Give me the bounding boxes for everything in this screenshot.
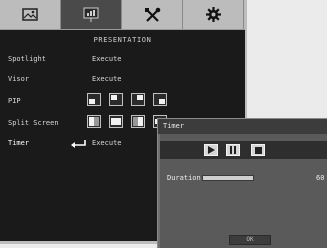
pip-top-right-icon[interactable] bbox=[131, 93, 145, 106]
screen: PRESENTATION Spotlight Execute Visor Exe… bbox=[0, 0, 327, 248]
stop-button[interactable] bbox=[251, 144, 265, 156]
gear-icon bbox=[205, 7, 221, 22]
pip-top-left-icon[interactable] bbox=[109, 93, 123, 106]
dialog-title: Timer bbox=[158, 119, 327, 134]
presentation-icon bbox=[83, 7, 99, 22]
tools-icon bbox=[144, 7, 160, 22]
pip-bottom-left-icon[interactable] bbox=[87, 93, 101, 106]
stop-icon bbox=[254, 146, 262, 154]
split-right-icon[interactable] bbox=[131, 115, 145, 128]
duration-label: Duration bbox=[167, 174, 201, 182]
row-label: PIP bbox=[8, 97, 21, 105]
row-label: Visor bbox=[8, 75, 30, 83]
menu-tab-bar bbox=[0, 0, 245, 30]
duration-slider-fill bbox=[203, 176, 253, 180]
enter-icon bbox=[71, 140, 86, 148]
duration-slider[interactable] bbox=[202, 175, 254, 181]
tab-presentation[interactable] bbox=[61, 0, 122, 29]
tab-tools[interactable] bbox=[122, 0, 183, 29]
section-title: PRESENTATION bbox=[93, 36, 152, 44]
tab-picture[interactable] bbox=[0, 0, 61, 29]
pause-button[interactable] bbox=[226, 144, 240, 156]
execute-button[interactable]: Execute bbox=[92, 137, 122, 150]
execute-button[interactable]: Execute bbox=[92, 73, 122, 86]
menu-row-pip[interactable]: PIP bbox=[8, 93, 240, 108]
split-layout-options bbox=[87, 115, 167, 128]
tab-settings[interactable] bbox=[183, 0, 244, 29]
execute-button[interactable]: Execute bbox=[92, 53, 122, 66]
menu-row-visor[interactable]: Visor Execute bbox=[8, 73, 240, 86]
pip-layout-options bbox=[87, 93, 167, 106]
timer-controls bbox=[160, 141, 327, 159]
row-label: Spotlight bbox=[8, 55, 46, 63]
play-button[interactable] bbox=[204, 144, 218, 156]
menu-row-spotlight[interactable]: Spotlight Execute bbox=[8, 53, 240, 66]
timer-dialog: Timer Duration 60 OK bbox=[157, 118, 327, 248]
pause-icon bbox=[230, 146, 236, 154]
pip-bottom-right-icon[interactable] bbox=[153, 93, 167, 106]
row-label: Timer bbox=[8, 139, 30, 147]
picture-icon bbox=[22, 8, 38, 21]
ok-button[interactable]: OK bbox=[229, 235, 271, 245]
duration-value: 60 bbox=[316, 174, 325, 182]
split-equal-icon[interactable] bbox=[109, 115, 123, 128]
play-icon bbox=[208, 146, 215, 154]
split-left-icon[interactable] bbox=[87, 115, 101, 128]
row-label: Split Screen bbox=[8, 119, 59, 127]
